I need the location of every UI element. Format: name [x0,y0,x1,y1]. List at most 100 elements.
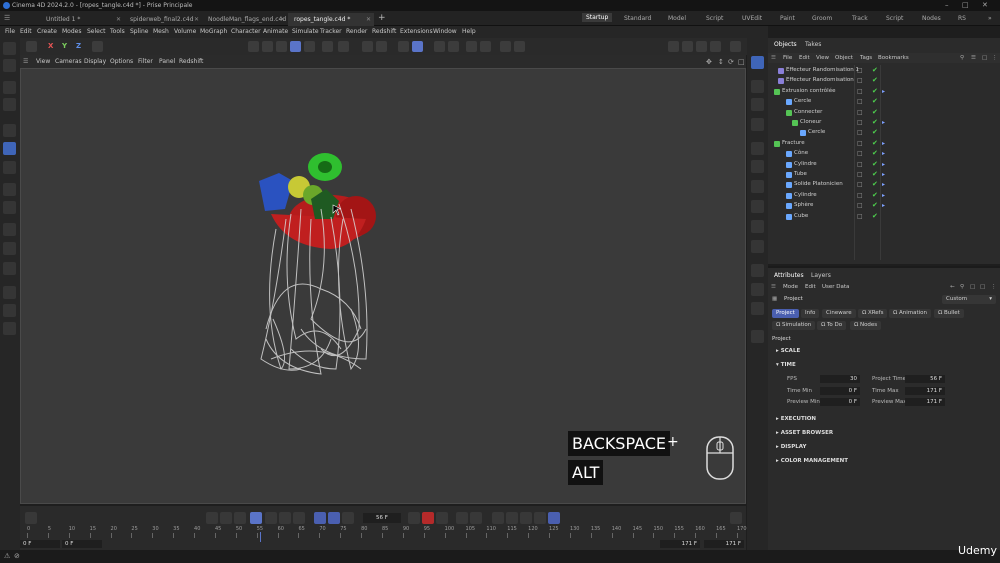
obj-menu-file[interactable]: File [783,55,792,61]
layout-nodes[interactable]: Nodes [922,15,941,22]
object-tag-icon[interactable]: ▸ [882,202,885,209]
object-row[interactable]: Solide Platonicien □ ✔ ▸ [768,180,1000,190]
attr-menu-edit[interactable]: Edit [805,284,816,290]
lock-icon[interactable]: □ [970,284,975,290]
snap-icon[interactable] [3,98,16,111]
menu-help[interactable]: Help [462,28,476,35]
render-active-view-icon[interactable] [668,41,679,52]
material-icon[interactable] [338,41,349,52]
tab-menu-icon[interactable]: ☰ [4,14,10,22]
scale-tool-icon[interactable] [3,161,16,174]
object-tag-icon[interactable]: ▸ [882,181,885,188]
enabled-check-icon[interactable]: ✔ [872,170,878,178]
visibility-dots-icon[interactable]: □ [857,213,865,220]
viewport-menu-cameras[interactable]: Cameras [55,58,82,65]
light-icon[interactable] [751,283,764,296]
visibility-dots-icon[interactable]: □ [857,129,865,136]
select-mode-icon[interactable] [751,56,764,69]
preview-end-field[interactable]: 171 F [660,540,700,548]
menu-select[interactable]: Select [87,28,106,35]
btn-animation[interactable]: Ω Animation [889,309,931,318]
viewport-rotate-icon[interactable]: ⟳ [728,58,734,66]
visibility-dots-icon[interactable]: □ [857,192,865,199]
knife-tool-icon[interactable] [3,304,16,317]
section-execution[interactable]: ▸ EXECUTION [776,416,816,422]
viewport-menu-display[interactable]: Display [84,58,106,65]
keyframe-selection-icon[interactable] [436,512,448,524]
tag-icon[interactable] [751,302,764,315]
doc-tab-active[interactable]: ropes_tangle.c4d * ✕ [288,13,374,26]
filter-icon[interactable]: ☰ [971,55,976,61]
move-tool-icon[interactable] [3,124,16,137]
btn-simulation[interactable]: Ω Simulation [772,321,816,330]
section-asset-browser[interactable]: ▸ ASSET BROWSER [776,430,833,436]
tab-objects[interactable]: Objects [774,41,797,48]
obj-menu-view[interactable]: View [816,55,829,61]
menu-mograph[interactable]: MoGraph [200,28,227,35]
enabled-check-icon[interactable]: ✔ [872,66,878,74]
viewport-menu-panel[interactable]: Panel [159,58,175,65]
object-row[interactable]: Tube □ ✔ ▸ [768,170,1000,180]
minimize-icon[interactable]: – [945,1,949,9]
more-icon[interactable]: ⋮ [992,55,998,61]
record-rotation-icon[interactable] [470,512,482,524]
current-frame-field[interactable]: 56 F [363,513,401,523]
object-row[interactable]: Extrusion contrôlée □ ✔ ▸ [768,87,1000,97]
close-tab-icon[interactable]: ✕ [194,16,199,23]
layout-track[interactable]: Track [852,15,868,22]
x-axis-lock[interactable]: X [48,42,53,50]
layout-startup[interactable]: Startup [582,13,613,22]
search-icon[interactable]: ⚲ [960,284,964,290]
visibility-dots-icon[interactable]: □ [857,109,865,116]
menu-simulate[interactable]: Simulate [292,28,319,35]
visibility-dots-icon[interactable]: □ [857,98,865,105]
object-row[interactable]: Cône □ ✔ ▸ [768,149,1000,159]
doc-tab[interactable]: spiderweb_final2.c4d ✕ [124,13,202,26]
lod-icon[interactable] [434,41,445,52]
magnet-icon[interactable] [362,41,373,52]
mode-icon[interactable] [26,41,37,52]
visibility-dots-icon[interactable]: □ [857,67,865,74]
render-to-picture-viewer-icon[interactable] [682,41,693,52]
obj-menu-edit[interactable]: Edit [799,55,810,61]
playhead[interactable] [260,532,261,542]
object-row[interactable]: Cercle □ ✔ [768,128,1000,138]
rs-render-view-icon[interactable] [710,41,721,52]
enabled-check-icon[interactable]: ✔ [872,76,878,84]
deformer-icon[interactable] [751,180,764,193]
paint-tool-icon[interactable] [3,322,16,335]
viewport-pan-icon[interactable]: ✥ [706,58,712,66]
object-row[interactable]: Cylindre □ ✔ ▸ [768,160,1000,170]
enabled-check-icon[interactable]: ✔ [872,149,878,157]
menu-edit[interactable]: Edit [20,28,32,35]
texture-mode-icon[interactable] [3,262,16,275]
go-to-start-icon[interactable] [206,512,218,524]
menu-tools[interactable]: Tools [110,28,125,35]
solo-icon[interactable] [448,41,459,52]
attr-menu-mode[interactable]: Mode [783,284,798,290]
snap-enable-icon[interactable] [412,41,423,52]
model-mode-icon[interactable] [3,59,16,72]
enabled-check-icon[interactable]: ✔ [872,128,878,136]
menu-volume[interactable]: Volume [174,28,196,35]
cloner-icon[interactable] [751,160,764,173]
sound-icon[interactable] [342,512,354,524]
menu-file[interactable]: File [5,28,15,35]
viewport-move-icon[interactable]: ↕ [718,58,724,66]
object-row[interactable]: Fracture □ ✔ ▸ [768,139,1000,149]
btn-project[interactable]: Project [772,309,799,318]
search-icon[interactable]: ⚲ [960,55,964,61]
uv-mode-icon[interactable] [3,242,16,255]
preview-min-field[interactable]: 0 F [820,398,860,406]
layout-standard[interactable]: Standard [624,15,651,22]
object-row[interactable]: Effecteur Randomisation.1 □ ✔ [768,66,1000,76]
object-row[interactable]: Effecteur Randomisation □ ✔ [768,76,1000,86]
next-frame-icon[interactable] [265,512,277,524]
cube-object-icon[interactable] [751,80,764,93]
enabled-check-icon[interactable]: ✔ [872,139,878,147]
back-arrow-icon[interactable]: ← [950,284,955,290]
object-tag-icon[interactable]: ▸ [882,88,885,95]
object-tag-icon[interactable]: ▸ [882,140,885,147]
end-frame-field[interactable]: 171 F [704,540,744,548]
enabled-check-icon[interactable]: ✔ [872,97,878,105]
